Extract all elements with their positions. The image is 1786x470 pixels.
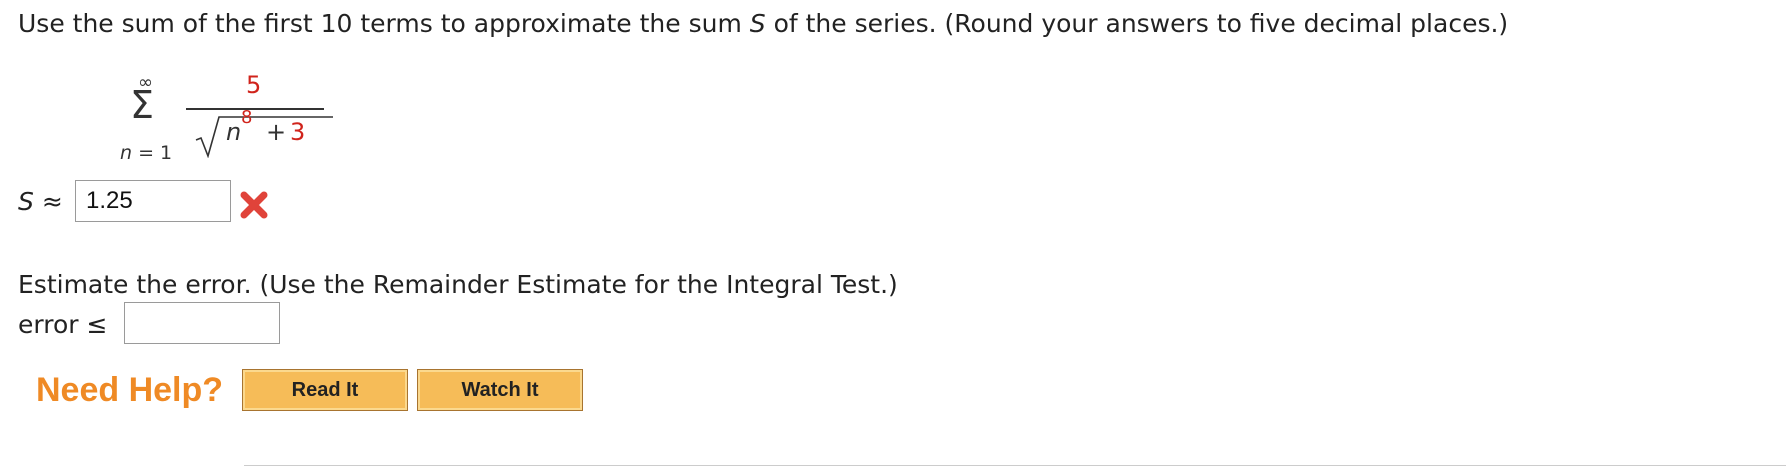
prompt-variable-s: S xyxy=(749,9,766,38)
index-start: = 1 xyxy=(138,142,173,164)
prompt-text-before: Use the sum of the first 10 terms to app… xyxy=(18,9,750,38)
radicand-constant: 3 xyxy=(290,118,306,146)
read-it-button[interactable]: Read It xyxy=(242,369,408,411)
radicand-plus: + xyxy=(266,118,287,146)
s-answer-input[interactable] xyxy=(75,180,231,222)
answer-s-variable: S xyxy=(18,187,34,216)
error-answer-input[interactable] xyxy=(124,302,280,344)
answer-s-label: S ≈ xyxy=(18,189,63,214)
prompt-text-after: of the series. (Round your answers to fi… xyxy=(765,9,1509,38)
numerator: 5 xyxy=(246,71,262,99)
section-divider xyxy=(244,465,1786,466)
fraction-bar xyxy=(186,108,324,110)
lower-limit: n = 1 xyxy=(120,144,172,163)
series-formula: ∞ Σ n = 1 5 n 8 + 3 xyxy=(100,62,340,172)
radicand-exponent: 8 xyxy=(241,107,253,128)
error-label: error ≤ xyxy=(18,310,108,339)
question-prompt: Use the sum of the first 10 terms to app… xyxy=(18,11,1508,36)
incorrect-x-icon xyxy=(240,191,268,219)
index-variable: n xyxy=(120,142,133,164)
square-root-sign xyxy=(195,116,333,158)
approx-symbol: ≈ xyxy=(41,187,63,216)
watch-it-button[interactable]: Watch It xyxy=(417,369,583,411)
error-instruction: Estimate the error. (Use the Remainder E… xyxy=(18,270,898,299)
radicand-base: n xyxy=(226,118,242,146)
need-help-label: Need Help? xyxy=(36,371,224,409)
sigma-symbol: Σ xyxy=(130,83,155,127)
